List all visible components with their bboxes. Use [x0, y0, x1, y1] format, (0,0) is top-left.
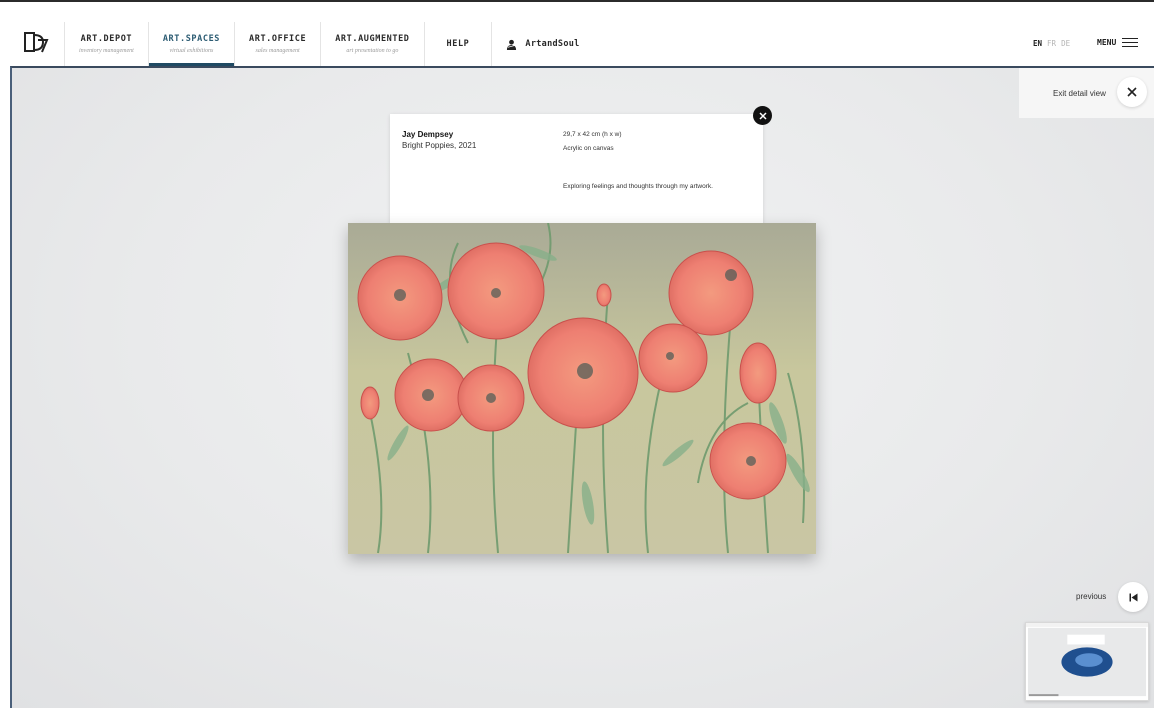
- artwork-image[interactable]: [348, 223, 816, 554]
- nav-label: ART.DEPOT: [80, 34, 133, 44]
- nav-sublabel: virtual exhibitions: [169, 48, 214, 54]
- artwork-title: Bright Poppies, 2021: [402, 141, 477, 150]
- exit-detail-view-button[interactable]: Exit detail view: [1019, 68, 1154, 118]
- hamburger-icon: [1122, 38, 1139, 48]
- previous-label: previous: [1076, 592, 1107, 601]
- nav-art-spaces[interactable]: ART.SPACES virtual exhibitions: [147, 22, 235, 66]
- nav-sublabel: art presentation to go: [346, 48, 399, 54]
- menu-label: MENU: [1097, 38, 1117, 47]
- artwork-description: Exploring feelings and thoughts through …: [563, 183, 713, 190]
- language-switcher: EN FR DE: [1033, 39, 1070, 48]
- lang-fr[interactable]: FR: [1047, 39, 1056, 48]
- artwork-medium: Acrylic on canvas: [563, 145, 614, 152]
- nav-label: ART.AUGMENTED: [335, 34, 410, 44]
- exit-label: Exit detail view: [1053, 88, 1106, 98]
- artwork-info-card: Jay Dempsey Bright Poppies, 2021 29,7 x …: [390, 114, 763, 227]
- lang-de[interactable]: DE: [1061, 39, 1070, 48]
- nav-art-depot[interactable]: ART.DEPOT inventory management: [64, 22, 148, 66]
- close-circle-icon[interactable]: [753, 106, 772, 125]
- nav-help[interactable]: HELP: [423, 22, 492, 66]
- minimap-thumbnail[interactable]: [1025, 622, 1149, 701]
- nav-sublabel: sales management: [255, 48, 300, 54]
- menu-button[interactable]: MENU: [1097, 38, 1139, 48]
- lang-en[interactable]: EN: [1033, 39, 1042, 48]
- nav-art-augmented[interactable]: ART.AUGMENTED art presentation to go: [320, 22, 423, 66]
- artmoi-logo-icon[interactable]: [23, 31, 49, 53]
- close-icon[interactable]: [1117, 77, 1147, 107]
- user-bust-icon: [507, 39, 517, 50]
- nav-label: HELP: [446, 39, 470, 49]
- nav-artandsoul[interactable]: ArtandSoul: [491, 22, 579, 66]
- nav-sublabel: inventory management: [79, 48, 134, 54]
- top-navigation-bar: ART.DEPOT inventory management ART.SPACE…: [0, 0, 1154, 66]
- brand-label: ArtandSoul: [525, 39, 580, 49]
- artist-name: Jay Dempsey: [402, 130, 454, 139]
- artwork-dimensions: 29,7 x 42 cm (h x w): [563, 131, 622, 138]
- nav-label: ART.SPACES: [162, 34, 221, 44]
- skip-previous-icon[interactable]: [1118, 582, 1148, 612]
- nav-art-office[interactable]: ART.OFFICE sales management: [234, 22, 320, 66]
- main-nav: ART.DEPOT inventory management ART.SPACE…: [64, 22, 580, 66]
- nav-label: ART.OFFICE: [249, 34, 307, 44]
